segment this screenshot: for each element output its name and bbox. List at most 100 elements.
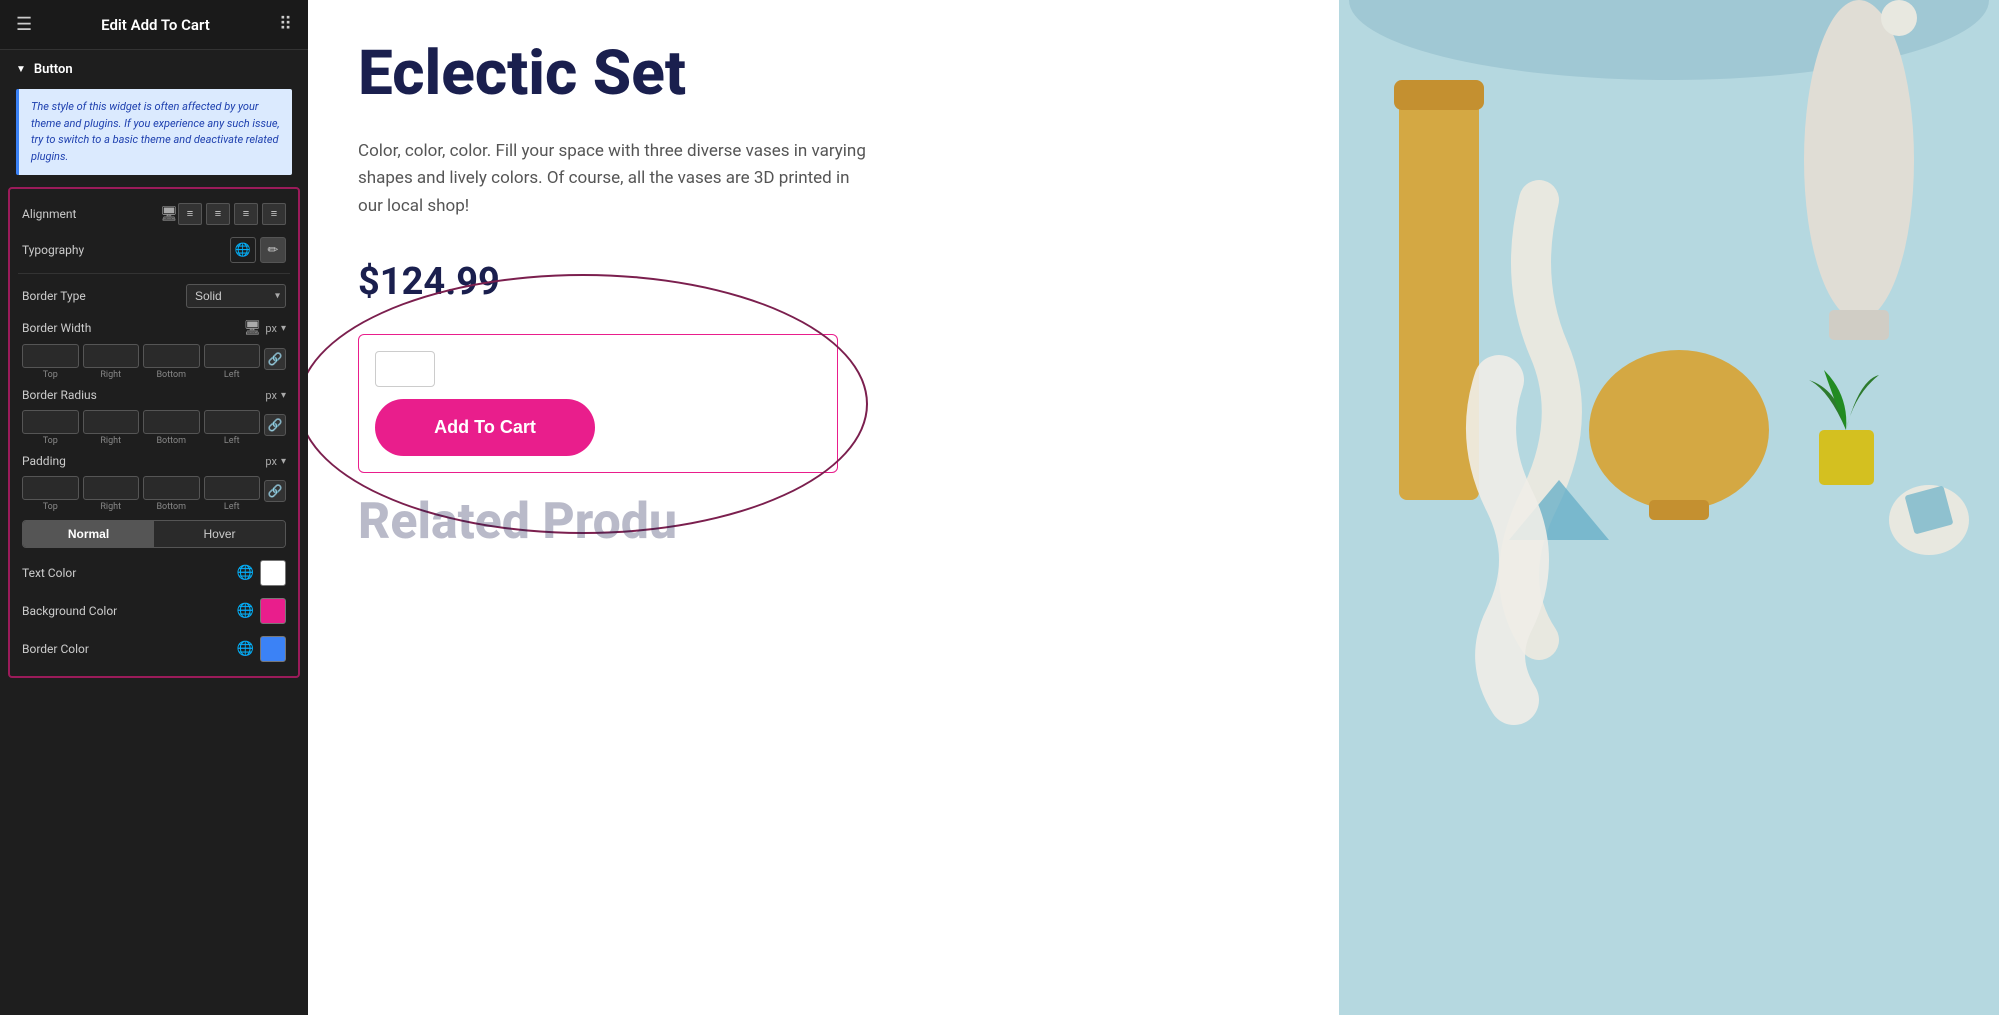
padding-left-cell: 50 Left xyxy=(204,476,261,512)
background-color-swatch[interactable] xyxy=(260,598,286,624)
grid-icon[interactable]: ⠿ xyxy=(279,14,292,35)
align-center-button[interactable]: ≡ xyxy=(206,203,230,225)
border-radius-left-cell: 30 Left xyxy=(204,410,261,446)
text-color-controls: 🌐 xyxy=(237,560,286,586)
padding-right-label: Right xyxy=(100,502,121,512)
product-image xyxy=(1339,0,1999,1015)
border-width-px-label[interactable]: px xyxy=(265,322,277,335)
product-image-section xyxy=(1339,0,1999,1015)
text-color-row: Text Color 🌐 xyxy=(18,554,290,592)
border-width-unit-group: 🖥 px ▾ xyxy=(244,320,286,336)
border-radius-right-cell: 30 Right xyxy=(83,410,140,446)
padding-bottom-cell: 15 Bottom xyxy=(143,476,200,512)
info-box: The style of this widget is often affect… xyxy=(16,89,292,175)
tab-normal-button[interactable]: Normal xyxy=(23,521,154,547)
quantity-input[interactable]: 1 xyxy=(375,351,435,387)
align-right-button[interactable]: ≡ xyxy=(234,203,258,225)
product-description: Color, color, color. Fill your space wit… xyxy=(358,138,878,220)
padding-bottom-label: Bottom xyxy=(156,502,186,512)
padding-right-cell: 50 Right xyxy=(83,476,140,512)
border-width-label: Border Width xyxy=(22,321,244,335)
typography-globe-button[interactable]: 🌐 xyxy=(230,237,256,263)
border-width-unit-arrow[interactable]: ▾ xyxy=(281,323,286,334)
border-width-right-label: Right xyxy=(100,370,121,380)
border-width-header-row: Border Width 🖥 px ▾ xyxy=(18,314,290,342)
border-color-label: Border Color xyxy=(22,642,237,656)
border-radius-right-input[interactable]: 30 xyxy=(83,410,140,434)
text-color-globe-icon[interactable]: 🌐 xyxy=(237,565,254,581)
border-color-row: Border Color 🌐 xyxy=(18,630,290,668)
tab-hover-button[interactable]: Hover xyxy=(154,521,285,547)
border-radius-top-label: Top xyxy=(43,436,58,446)
padding-unit-group: px ▾ xyxy=(265,455,286,468)
product-image-svg xyxy=(1339,0,1999,1015)
border-radius-values-row: 30 Top 30 Right 30 Bottom 30 Left 🔗 xyxy=(18,408,290,448)
border-width-right-input[interactable]: 1 xyxy=(83,344,140,368)
padding-values-row: 15 Top 50 Right 15 Bottom 50 Left 🔗 xyxy=(18,474,290,514)
padding-link-button[interactable]: 🔗 xyxy=(264,480,286,502)
panel-content: ▼ Button The style of this widget is oft… xyxy=(0,50,308,1015)
left-panel: ☰ Edit Add To Cart ⠿ ▼ Button The style … xyxy=(0,0,308,1015)
background-color-controls: 🌐 xyxy=(237,598,286,624)
alignment-controls: ≡ ≡ ≡ ≡ xyxy=(178,203,286,225)
info-text: The style of this widget is often affect… xyxy=(31,99,280,165)
align-left-button[interactable]: ≡ xyxy=(178,203,202,225)
border-radius-top-input[interactable]: 30 xyxy=(22,410,79,434)
align-justify-button[interactable]: ≡ xyxy=(262,203,286,225)
padding-left-label: Left xyxy=(224,502,240,512)
border-type-select[interactable]: Solid Dashed Dotted None xyxy=(186,284,286,308)
border-width-bottom-input[interactable]: 1 xyxy=(143,344,200,368)
padding-right-input[interactable]: 50 xyxy=(83,476,140,500)
border-type-label: Border Type xyxy=(22,289,186,303)
padding-unit-arrow[interactable]: ▾ xyxy=(281,456,286,467)
border-width-left-label: Left xyxy=(224,370,240,380)
border-width-monitor-icon: 🖥 xyxy=(244,320,262,336)
text-color-swatch[interactable] xyxy=(260,560,286,586)
typography-row: Typography 🌐 ✏ xyxy=(18,231,290,269)
padding-left-input[interactable]: 50 xyxy=(204,476,261,500)
border-radius-right-label: Right xyxy=(100,436,121,446)
border-color-controls: 🌐 xyxy=(237,636,286,662)
border-radius-left-label: Left xyxy=(224,436,240,446)
border-width-top-cell: 1 Top xyxy=(22,344,79,380)
add-to-cart-button[interactable]: Add To Cart xyxy=(375,399,595,456)
border-radius-link-button[interactable]: 🔗 xyxy=(264,414,286,436)
border-color-swatch[interactable] xyxy=(260,636,286,662)
border-width-bottom-label: Bottom xyxy=(156,370,186,380)
border-radius-px-label[interactable]: px xyxy=(265,389,277,402)
settings-section: Alignment 🖥 ≡ ≡ ≡ ≡ Typography 🌐 ✏ xyxy=(8,187,300,678)
border-type-select-wrapper[interactable]: Solid Dashed Dotted None ▾ xyxy=(186,284,286,308)
border-width-values-row: 1 Top 1 Right 1 Bottom 1 Left 🔗 xyxy=(18,342,290,382)
border-radius-label: Border Radius xyxy=(22,388,265,402)
padding-px-label[interactable]: px xyxy=(265,455,277,468)
border-radius-unit-arrow[interactable]: ▾ xyxy=(281,390,286,401)
border-width-link-button[interactable]: 🔗 xyxy=(264,348,286,370)
border-radius-header-row: Border Radius px ▾ xyxy=(18,382,290,408)
padding-bottom-input[interactable]: 15 xyxy=(143,476,200,500)
padding-label: Padding xyxy=(22,454,265,468)
border-radius-bottom-cell: 30 Bottom xyxy=(143,410,200,446)
typography-controls: 🌐 ✏ xyxy=(230,237,286,263)
text-color-label: Text Color xyxy=(22,566,237,580)
typography-edit-button[interactable]: ✏ xyxy=(260,237,286,263)
border-width-top-input[interactable]: 1 xyxy=(22,344,79,368)
border-width-left-cell: 1 Left xyxy=(204,344,261,380)
related-products-label: Related Produ xyxy=(358,493,1289,551)
background-color-globe-icon[interactable]: 🌐 xyxy=(237,603,254,619)
padding-top-cell: 15 Top xyxy=(22,476,79,512)
panel-header: ☰ Edit Add To Cart ⠿ xyxy=(0,0,308,50)
border-width-left-input[interactable]: 1 xyxy=(204,344,261,368)
border-type-row: Border Type Solid Dashed Dotted None ▾ xyxy=(18,278,290,314)
hamburger-icon[interactable]: ☰ xyxy=(16,14,32,35)
typography-label: Typography xyxy=(22,243,230,257)
background-color-row: Background Color 🌐 xyxy=(18,592,290,630)
border-color-globe-icon[interactable]: 🌐 xyxy=(237,641,254,657)
border-radius-top-cell: 30 Top xyxy=(22,410,79,446)
button-section-header[interactable]: ▼ Button xyxy=(0,50,308,89)
product-title: Eclectic Set xyxy=(358,40,1289,108)
border-radius-left-input[interactable]: 30 xyxy=(204,410,261,434)
padding-top-input[interactable]: 15 xyxy=(22,476,79,500)
state-tabs: Normal Hover xyxy=(22,520,286,548)
border-radius-bottom-input[interactable]: 30 xyxy=(143,410,200,434)
cart-box: 1 Add To Cart xyxy=(358,334,838,473)
